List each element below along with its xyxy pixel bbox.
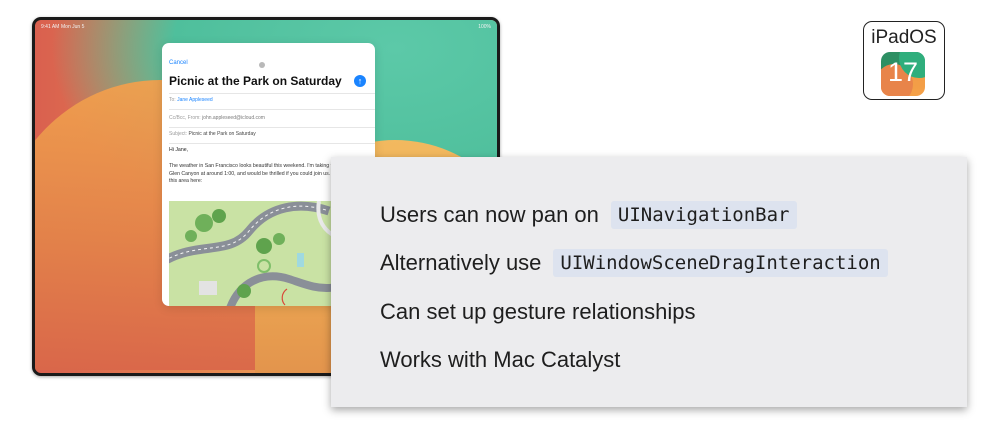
ipados-17-badge: iPadOS 17 <box>863 21 945 100</box>
to-field[interactable]: To: Jane Appleseed <box>169 97 375 103</box>
status-time: 9:41 AM <box>41 24 60 30</box>
send-button[interactable]: ↑ <box>354 75 366 87</box>
bullet-item: Alternatively use UIWindowSceneDragInter… <box>380 249 888 277</box>
status-date: Mon Jun 5 <box>61 24 85 30</box>
code-snippet: UIWindowSceneDragInteraction <box>553 249 888 277</box>
divider <box>169 127 375 128</box>
mail-title: Picnic at the Park on Saturday <box>169 74 342 88</box>
bullet-item: Can set up gesture relationships <box>380 299 696 325</box>
to-label: To: <box>169 97 176 103</box>
bullet-text: Works with Mac Catalyst <box>380 347 621 372</box>
slide-text-card: Users can now pan on UINavigationBar Alt… <box>331 157 967 407</box>
status-battery: 100% <box>478 24 491 30</box>
code-snippet: UINavigationBar <box>610 201 797 229</box>
divider <box>169 93 375 94</box>
cc-label: Cc/Bcc, From: <box>169 115 201 121</box>
divider <box>169 109 375 110</box>
subject-label: Subject: <box>169 131 188 137</box>
send-arrow-icon: ↑ <box>357 76 363 86</box>
ipados-17-icon: 17 <box>881 52 925 96</box>
to-recipient[interactable]: Jane Appleseed <box>177 97 213 103</box>
cancel-button[interactable]: Cancel <box>169 60 188 66</box>
divider <box>169 143 375 144</box>
cc-field[interactable]: Cc/Bcc, From: john.appleseed@icloud.com <box>169 115 375 121</box>
bullet-text: Alternatively use <box>380 250 542 275</box>
bullet-text: Can set up gesture relationships <box>380 299 696 324</box>
sheet-grabber[interactable] <box>259 62 265 68</box>
ipados-label: iPadOS <box>871 27 937 48</box>
subject-value[interactable]: Picnic at the Park on Saturday <box>188 131 255 137</box>
subject-field[interactable]: Subject: Picnic at the Park on Saturday <box>169 131 375 137</box>
bullet-text: Users can now pan on <box>380 202 599 227</box>
from-value: john.appleseed@icloud.com <box>202 115 265 121</box>
bullet-item: Works with Mac Catalyst <box>380 347 620 373</box>
mail-greeting[interactable]: Hi Jane, <box>169 147 369 155</box>
ipados-version-number: 17 <box>887 57 919 87</box>
bullet-item: Users can now pan on UINavigationBar <box>380 201 797 229</box>
